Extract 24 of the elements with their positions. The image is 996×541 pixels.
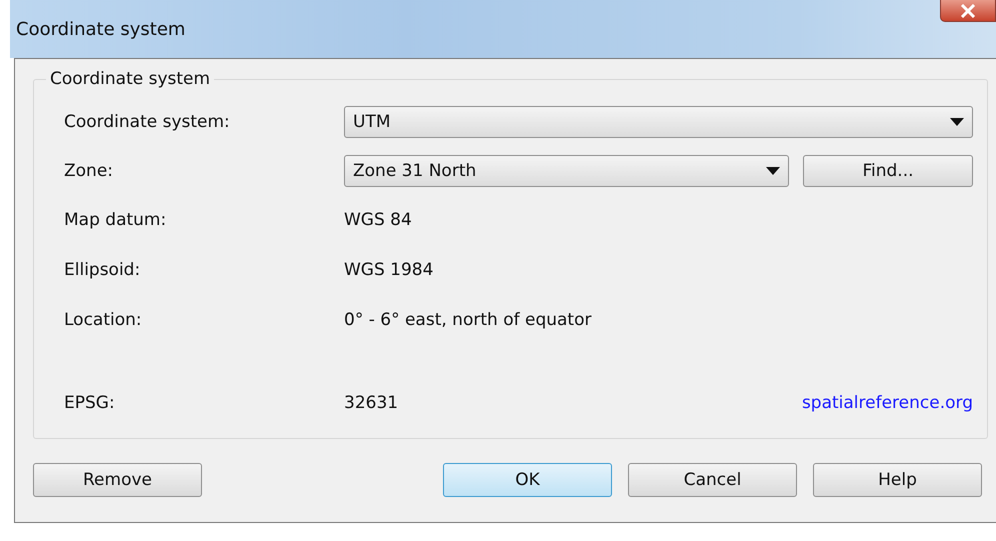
dropdown[interactable]: UTM: [344, 106, 973, 138]
dialog-button[interactable]: Help: [813, 463, 982, 497]
dialog-button[interactable]: OK: [443, 463, 612, 497]
field-value: 0° - 6° east, north of equator: [344, 310, 592, 330]
group-title: Coordinate system: [49, 69, 212, 89]
field-label: Ellipsoid:: [64, 260, 142, 280]
field-label: Zone:: [64, 160, 114, 180]
find-button[interactable]: Find...: [803, 154, 973, 186]
field-label: EPSG:: [64, 393, 116, 413]
link[interactable]: spatialreference.org: [802, 393, 973, 413]
close-button[interactable]: [940, 0, 996, 22]
window-title: Coordinate system: [15, 18, 186, 40]
caret-icon: [766, 166, 780, 174]
dialog-button[interactable]: Cancel: [628, 463, 797, 497]
field-label: Coordinate system:: [64, 112, 231, 132]
caret-icon: [950, 118, 964, 126]
field-label: Location:: [64, 310, 143, 330]
field-value: WGS 84: [344, 210, 412, 230]
dropdown[interactable]: Zone 31 North: [344, 154, 789, 186]
field-value: 32631: [344, 393, 398, 413]
dialog-button[interactable]: Remove: [33, 463, 202, 497]
close-icon: [960, 4, 976, 18]
field-value: WGS 1984: [344, 260, 434, 280]
field-label: Map datum:: [64, 210, 168, 230]
